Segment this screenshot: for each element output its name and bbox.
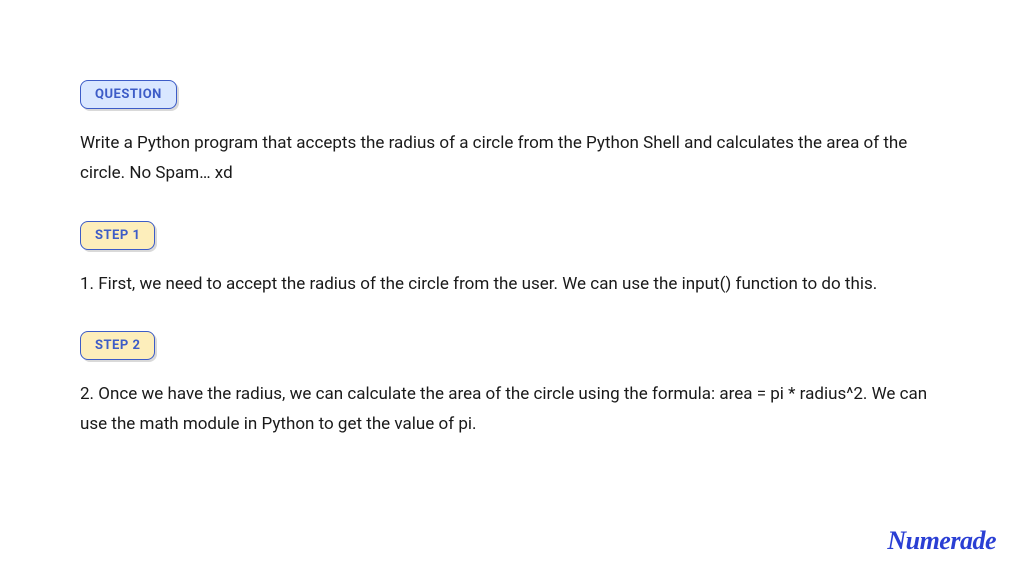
step-2-section: STEP 2 2. Once we have the radius, we ca… [80, 331, 944, 440]
brand-logo: Numerade [887, 526, 996, 556]
step-1-text: 1. First, we need to accept the radius o… [80, 270, 944, 300]
question-section: QUESTION Write a Python program that acc… [80, 80, 944, 189]
question-badge: QUESTION [80, 80, 177, 109]
step-1-badge: STEP 1 [80, 221, 155, 250]
step-2-text: 2. Once we have the radius, we can calcu… [80, 380, 944, 440]
question-text: Write a Python program that accepts the … [80, 129, 944, 189]
step-2-badge: STEP 2 [80, 331, 155, 360]
step-1-section: STEP 1 1. First, we need to accept the r… [80, 221, 944, 300]
